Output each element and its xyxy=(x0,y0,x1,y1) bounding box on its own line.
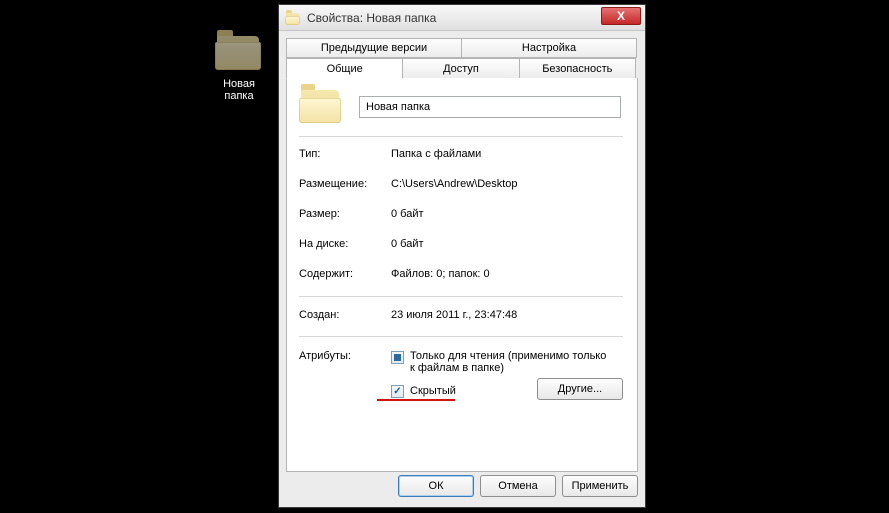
size-value: 0 байт xyxy=(391,208,623,220)
window-title: Свойства: Новая папка xyxy=(307,11,436,25)
tab-security[interactable]: Безопасность xyxy=(519,58,636,79)
close-icon: X xyxy=(617,9,625,23)
properties-dialog: Свойства: Новая папка X Предыдущие верси… xyxy=(278,4,646,508)
folder-name-input[interactable] xyxy=(359,96,621,118)
desktop-folder-label: Новая папка xyxy=(207,78,271,102)
divider xyxy=(299,296,623,297)
divider xyxy=(299,136,623,137)
contains-label: Содержит: xyxy=(299,268,385,280)
dialog-client: Предыдущие версии Настройка Общие Доступ… xyxy=(286,38,638,467)
tab-general-panel: Тип: Папка с файлами Размещение: C:\User… xyxy=(286,78,638,472)
contains-value: Файлов: 0; папок: 0 xyxy=(391,268,623,280)
readonly-checkbox[interactable] xyxy=(391,351,404,364)
tabrow-primary: Общие Доступ Безопасность xyxy=(286,58,638,79)
size-label: Размер: xyxy=(299,208,385,220)
ok-button[interactable]: ОК xyxy=(398,475,474,497)
cancel-button[interactable]: Отмена xyxy=(480,475,556,497)
folder-icon xyxy=(285,11,301,25)
created-value: 23 июля 2011 г., 23:47:48 xyxy=(391,309,623,321)
tabrow-secondary: Предыдущие версии Настройка xyxy=(286,38,638,58)
size-on-disk-value: 0 байт xyxy=(391,238,623,250)
tab-previous-versions[interactable]: Предыдущие версии xyxy=(286,38,462,58)
folder-icon xyxy=(215,34,263,74)
hidden-label: Скрытый xyxy=(410,385,456,397)
divider xyxy=(299,336,623,337)
close-button[interactable]: X xyxy=(601,7,641,25)
size-on-disk-label: На диске: xyxy=(299,238,385,250)
desktop-folder-icon[interactable]: Новая папка xyxy=(207,34,271,102)
location-label: Размещение: xyxy=(299,178,385,190)
tab-general[interactable]: Общие xyxy=(286,58,403,79)
created-label: Создан: xyxy=(299,309,385,321)
readonly-checkbox-row[interactable]: Только для чтения (применимо только к фа… xyxy=(391,350,609,374)
location-value: C:\Users\Andrew\Desktop xyxy=(391,178,623,190)
readonly-label: Только для чтения (применимо только к фа… xyxy=(410,350,609,374)
titlebar[interactable]: Свойства: Новая папка X xyxy=(279,5,645,31)
tab-customize[interactable]: Настройка xyxy=(461,38,637,58)
hidden-checkbox[interactable] xyxy=(391,385,404,398)
type-value: Папка с файлами xyxy=(391,148,623,160)
annotation-underline xyxy=(377,399,455,401)
type-label: Тип: xyxy=(299,148,385,160)
dialog-buttons: ОК Отмена Применить xyxy=(286,475,638,499)
folder-icon xyxy=(299,88,343,126)
attributes-label: Атрибуты: xyxy=(299,350,385,362)
apply-button[interactable]: Применить xyxy=(562,475,638,497)
tab-sharing[interactable]: Доступ xyxy=(402,58,519,79)
other-attributes-button[interactable]: Другие... xyxy=(537,378,623,400)
